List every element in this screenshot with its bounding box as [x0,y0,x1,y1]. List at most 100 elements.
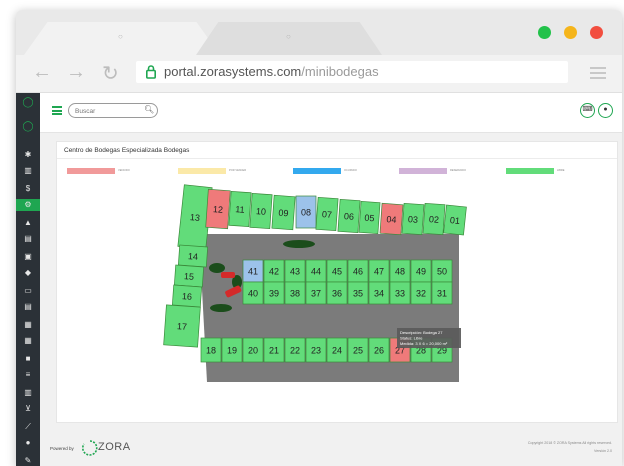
document-icon-2[interactable]: ▣ [16,251,40,263]
bodega-number: 40 [248,289,258,299]
bodega-unit[interactable]: 16 [171,284,203,308]
file-icon[interactable]: ▤ [16,301,40,313]
bodega-unit[interactable]: 46 [347,259,369,283]
url-host: portal.zorasystems.com [164,64,302,79]
user-icon[interactable]: ● [598,103,613,118]
bodega-unit[interactable]: 11 [228,190,252,228]
bodega-unit[interactable]: 08 [295,195,317,229]
back-button[interactable]: ← [32,61,52,84]
edit-icon[interactable]: ✎ [16,455,40,466]
bodega-number: 08 [301,208,311,218]
bodega-unit[interactable]: 45 [326,259,348,283]
chart-icon[interactable]: ▥ [16,387,40,399]
bodega-unit[interactable]: 02 [422,202,446,236]
minimize-window-button[interactable] [564,26,577,39]
tab-favicon-icon: ○ [118,32,123,41]
tree [209,263,225,273]
bodega-unit[interactable]: 24 [326,337,348,363]
warehouse-map: 13 12 11 10 09 08 07 06 05 04 03 02 01 14 15 16 17 41 40 42… [163,184,467,382]
bodega-unit[interactable]: 39 [263,281,285,305]
browser-menu-icon[interactable] [590,67,606,79]
warning-icon[interactable]: ▲ [16,217,40,229]
logo-ring-icon[interactable]: ◯ [16,97,40,109]
bodega-unit[interactable]: 17 [163,304,201,348]
reload-button[interactable]: ↻ [102,61,119,86]
bodega-unit[interactable]: 49 [410,259,432,283]
bodega-number: 21 [269,346,279,356]
bodega-unit[interactable]: 37 [305,281,327,305]
briefcase-icon[interactable]: ■ [16,353,40,365]
bodega-unit[interactable]: 41 [242,259,264,283]
bodega-unit[interactable]: 31 [431,281,453,305]
calendar-icon[interactable]: ▦ [16,319,40,331]
tree [210,304,232,312]
cart-icon[interactable]: ⊻ [16,403,40,415]
document-icon[interactable]: ▤ [16,233,40,245]
bodega-unit[interactable]: 38 [284,281,306,305]
line-chart-icon[interactable]: ⟋ [16,421,40,433]
bodega-unit[interactable]: 09 [271,194,296,231]
bodega-unit[interactable]: 22 [284,337,306,363]
bodega-number: 32 [416,289,426,299]
browser-tab-inactive[interactable]: ○ [196,22,382,55]
logo-ring-icon-2[interactable]: ◯ [16,121,40,133]
bodega-number: 11 [235,204,245,215]
bodega-unit[interactable]: 32 [410,281,432,305]
close-window-button[interactable] [590,26,603,39]
bodega-number: 16 [182,291,193,302]
bodega-unit[interactable]: 23 [305,337,327,363]
bodega-unit[interactable]: 40 [242,281,264,305]
bodega-unit[interactable]: 20 [242,337,264,363]
bodega-unit[interactable]: 33 [389,281,411,305]
bodega-number: 05 [364,213,375,224]
bodega-unit[interactable]: 36 [326,281,348,305]
settings-icon[interactable]: ⚙ [16,199,40,211]
calendar-icon-2[interactable]: ▦ [16,335,40,347]
bodega-unit[interactable]: 21 [263,337,285,363]
bodega-number: 22 [290,346,300,356]
maximize-window-button[interactable] [538,26,551,39]
user-circle-icon[interactable]: ● [16,437,40,449]
forward-button[interactable]: → [66,61,86,84]
bodega-unit[interactable]: 14 [177,244,209,268]
bodega-unit[interactable]: 03 [401,202,425,236]
bodega-number: 03 [408,214,419,225]
bodega-unit[interactable]: 42 [263,259,285,283]
bodega-unit[interactable]: 48 [389,259,411,283]
bodega-unit[interactable]: 04 [379,202,404,236]
dollar-icon[interactable]: $ [16,183,40,195]
bodega-unit[interactable]: 25 [347,337,369,363]
list-icon[interactable]: ≡ [16,369,40,381]
bodega-number: 01 [449,215,460,226]
bodega-unit[interactable]: 26 [368,337,390,363]
bar-chart-icon[interactable]: ▥ [16,165,40,177]
bodega-unit[interactable]: 07 [315,196,339,232]
bodega-unit[interactable]: 47 [368,259,390,283]
bodega-unit[interactable]: 35 [347,281,369,305]
bodega-unit[interactable]: 12 [205,188,231,230]
search-icon[interactable]: 🔍︎ [144,105,154,114]
bodega-unit[interactable]: 05 [358,201,381,234]
chat-notification-icon[interactable]: ⌨ [580,103,595,118]
bodega-unit[interactable]: 50 [431,259,453,283]
url-input[interactable]: portal.zorasystems.com/minibodegas [136,61,568,83]
bodega-unit[interactable]: 15 [173,264,205,288]
bodega-unit[interactable]: 18 [200,337,222,363]
app-topbar: 🔍︎ ⌨ ● [40,93,622,133]
zora-brand: ZORA [98,441,131,453]
tag-icon[interactable]: ◆ [16,267,40,279]
bodega-unit[interactable]: 34 [368,281,390,305]
bodega-unit[interactable]: 06 [337,198,361,234]
bodega-unit[interactable]: 43 [284,259,306,283]
bodega-unit[interactable]: 01 [443,204,467,236]
menu-toggle-icon[interactable] [52,106,62,115]
palette-icon[interactable]: ✱ [16,149,40,161]
bodega-number: 07 [322,209,333,220]
bodega-tooltip: Descripción: Bodega 27Status: LibreMedid… [397,328,461,348]
bodega-unit[interactable]: 19 [221,337,243,363]
bodega-unit[interactable]: 44 [305,259,327,283]
browser-tab-active[interactable]: ○ [24,22,220,55]
bodega-number: 33 [395,289,405,299]
bodega-unit[interactable]: 10 [249,192,273,230]
id-card-icon[interactable]: ▭ [16,285,40,297]
